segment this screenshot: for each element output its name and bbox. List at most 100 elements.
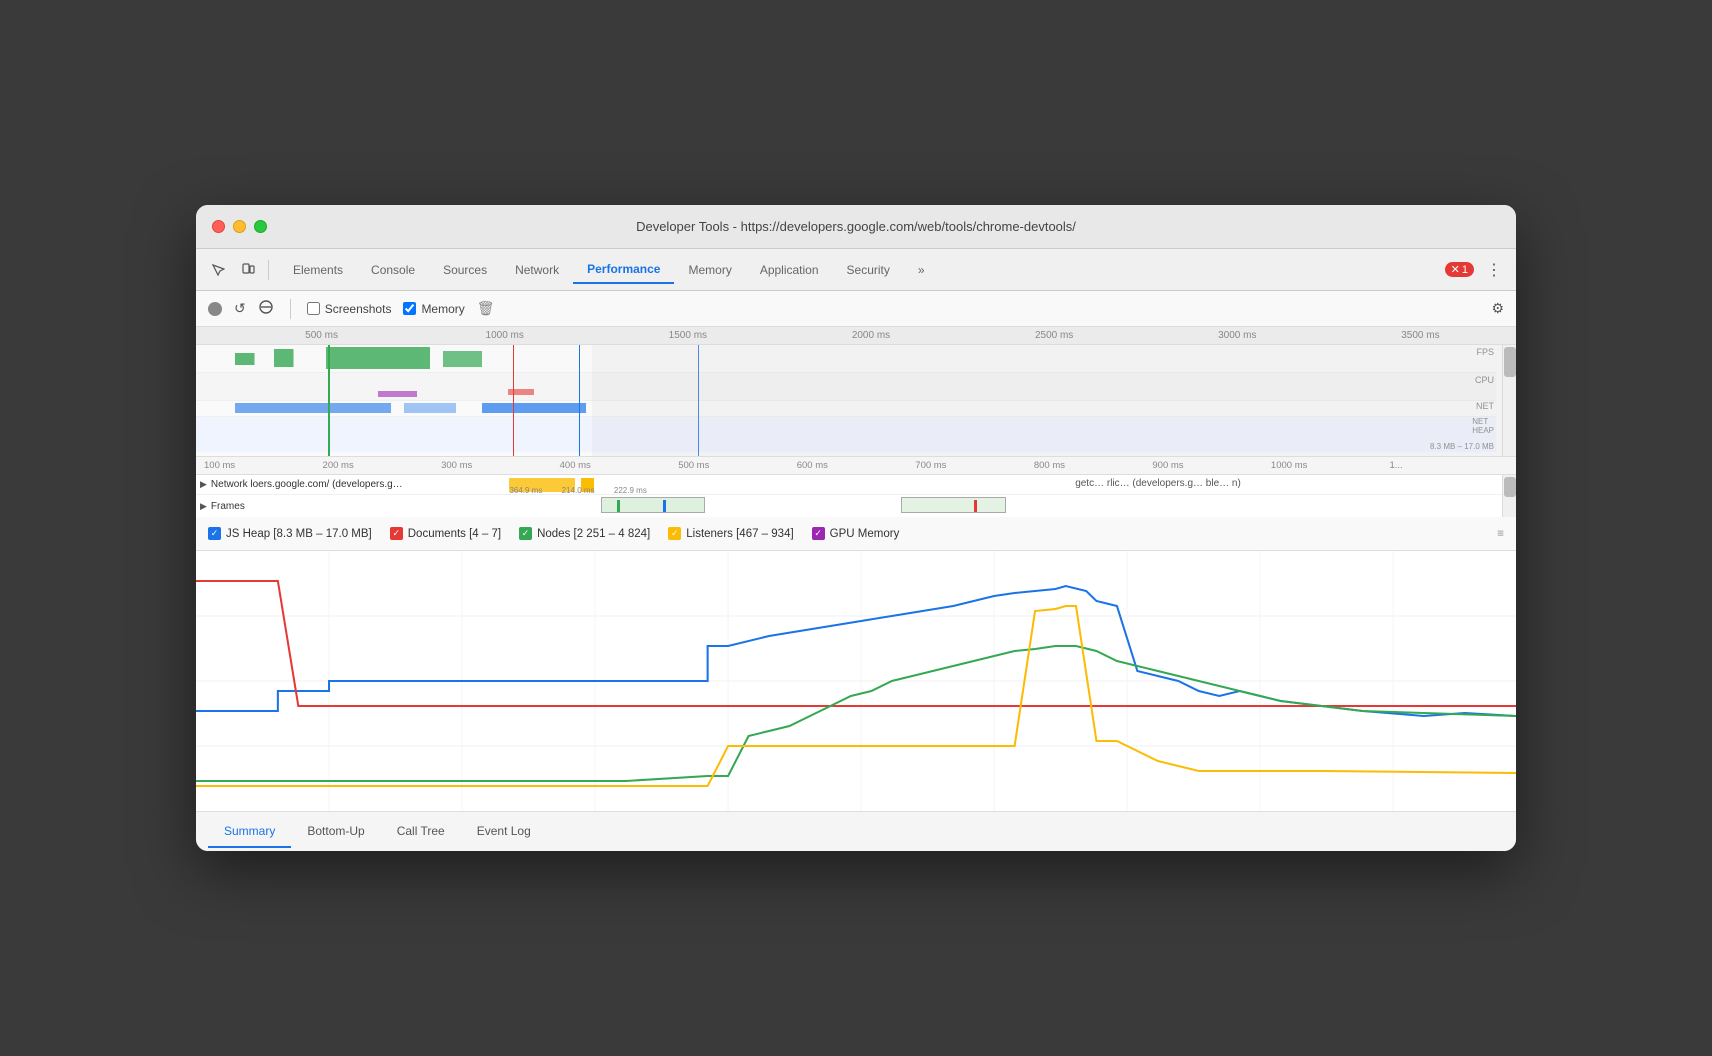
ruler-mark-3500: 3500 ms bbox=[1329, 330, 1512, 341]
tab-bar: Elements Console Sources Network Perform… bbox=[275, 256, 1443, 284]
settings-button[interactable]: ⚙ bbox=[1491, 300, 1504, 317]
legend-listeners: ✓ Listeners [467 – 934] bbox=[668, 527, 793, 540]
memory-checkbox-label[interactable]: Memory bbox=[403, 302, 464, 316]
legend-nodes: ✓ Nodes [2 251 – 4 824] bbox=[519, 527, 650, 540]
memory-label: Memory bbox=[421, 302, 464, 316]
close-button[interactable] bbox=[212, 220, 225, 233]
main-toolbar: Elements Console Sources Network Perform… bbox=[196, 249, 1516, 291]
toolbar-separator bbox=[268, 260, 269, 280]
maximize-button[interactable] bbox=[254, 220, 267, 233]
minimize-button[interactable] bbox=[233, 220, 246, 233]
traffic-lights bbox=[212, 220, 267, 233]
more-options-button[interactable]: ⋮ bbox=[1480, 256, 1508, 284]
toolbar-right: ✕ 1 ⋮ bbox=[1445, 256, 1508, 284]
tab-more[interactable]: » bbox=[904, 257, 939, 283]
error-count: 1 bbox=[1462, 264, 1468, 276]
detail-mark-500: 500 ms bbox=[678, 460, 797, 471]
legend-gpu-memory: ✓ GPU Memory bbox=[812, 527, 900, 540]
clear-button[interactable] bbox=[258, 299, 274, 318]
js-heap-check: ✓ bbox=[208, 527, 221, 540]
network-track: ▶ Network lоers.google.com/ (developers.… bbox=[196, 475, 1502, 495]
screenshots-checkbox-label[interactable]: Screenshots bbox=[307, 302, 392, 316]
legend-documents: ✓ Documents [4 – 7] bbox=[390, 527, 501, 540]
detail-mark-300: 300 ms bbox=[441, 460, 560, 471]
detail-mark-1000: 1000 ms bbox=[1271, 460, 1390, 471]
ruler-mark-1000: 1000 ms bbox=[413, 330, 596, 341]
tab-application[interactable]: Application bbox=[746, 257, 833, 283]
bottom-tabs: Summary Bottom-Up Call Tree Event Log bbox=[196, 811, 1516, 851]
tab-console[interactable]: Console bbox=[357, 257, 429, 283]
detail-mark-200: 200 ms bbox=[323, 460, 442, 471]
detail-mark-800: 800 ms bbox=[1034, 460, 1153, 471]
documents-check: ✓ bbox=[390, 527, 403, 540]
ruler-mark-2500: 2500 ms bbox=[963, 330, 1146, 341]
overview-scrollbar[interactable] bbox=[1502, 345, 1516, 457]
tab-sources[interactable]: Sources bbox=[429, 257, 501, 283]
legend-js-heap: ✓ JS Heap [8.3 MB – 17.0 MB] bbox=[208, 527, 372, 540]
gpu-check: ✓ bbox=[812, 527, 825, 540]
recording-bar: ↺ Screenshots Memory 🗑 ⚙ bbox=[196, 291, 1516, 327]
listeners-check: ✓ bbox=[668, 527, 681, 540]
devtools-window: Developer Tools - https://developers.goo… bbox=[196, 205, 1516, 851]
detail-scrollbar[interactable] bbox=[1502, 475, 1516, 517]
detail-ruler: 100 ms 200 ms 300 ms 400 ms 500 ms 600 m… bbox=[196, 457, 1516, 475]
detail-ruler-marks: 100 ms 200 ms 300 ms 400 ms 500 ms 600 m… bbox=[204, 460, 1508, 471]
screenshots-checkbox[interactable] bbox=[307, 302, 320, 315]
nodes-check: ✓ bbox=[519, 527, 532, 540]
frames-track: ▶ Frames bbox=[196, 495, 1502, 517]
device-toolbar-button[interactable] bbox=[234, 256, 262, 284]
network-track-right: getc… rlic… (developers.g… ble… n) bbox=[1075, 478, 1241, 489]
reload-record-button[interactable]: ↺ bbox=[234, 300, 246, 317]
frame-event-3 bbox=[974, 500, 977, 512]
frame-event-1 bbox=[617, 500, 620, 512]
gpu-label: GPU Memory bbox=[830, 528, 900, 540]
detail-mark-700: 700 ms bbox=[915, 460, 1034, 471]
inspect-tool-button[interactable] bbox=[204, 256, 232, 284]
tab-summary[interactable]: Summary bbox=[208, 816, 291, 848]
delete-recording-button[interactable]: 🗑 bbox=[477, 300, 495, 317]
ruler-mark-1500: 1500 ms bbox=[596, 330, 779, 341]
network-track-label: Network lоers.google.com/ (developers.g… bbox=[211, 479, 403, 490]
detail-mark-more: 1... bbox=[1389, 460, 1508, 471]
legend-menu-button[interactable]: ≡ bbox=[1497, 528, 1504, 540]
ruler-mark-500: 500 ms bbox=[230, 330, 413, 341]
documents-label: Documents [4 – 7] bbox=[408, 528, 501, 540]
detail-scrollbar-thumb[interactable] bbox=[1504, 477, 1516, 497]
timeline-overview[interactable]: 500 ms 1000 ms 1500 ms 2000 ms 2500 ms 3… bbox=[196, 327, 1516, 457]
time-marker bbox=[698, 345, 700, 457]
tab-call-tree[interactable]: Call Tree bbox=[381, 816, 461, 848]
title-bar: Developer Tools - https://developers.goo… bbox=[196, 205, 1516, 249]
error-badge: ✕ 1 bbox=[1445, 262, 1474, 277]
js-heap-label: JS Heap [8.3 MB – 17.0 MB] bbox=[226, 528, 372, 540]
memory-chart-svg bbox=[196, 551, 1516, 811]
record-button[interactable] bbox=[208, 302, 222, 316]
selection-highlight bbox=[579, 345, 580, 457]
listeners-label: Listeners [467 – 934] bbox=[686, 528, 793, 540]
detail-mark-900: 900 ms bbox=[1152, 460, 1271, 471]
tab-bottom-up[interactable]: Bottom-Up bbox=[291, 816, 380, 848]
tab-performance[interactable]: Performance bbox=[573, 256, 674, 284]
selection-end-line bbox=[513, 345, 514, 457]
frame-block-1 bbox=[601, 497, 705, 513]
detail-mark-400: 400 ms bbox=[560, 460, 679, 471]
detail-tracks: ▶ Network lоers.google.com/ (developers.… bbox=[196, 475, 1516, 517]
memory-checkbox[interactable] bbox=[403, 302, 416, 315]
timing-1: 364.9 ms bbox=[509, 486, 542, 495]
tab-elements[interactable]: Elements bbox=[279, 257, 357, 283]
timing-2: 214.0 ms bbox=[562, 486, 595, 495]
error-icon: ✕ bbox=[1451, 263, 1460, 276]
tab-memory[interactable]: Memory bbox=[674, 257, 745, 283]
tab-network[interactable]: Network bbox=[501, 257, 573, 283]
tab-event-log[interactable]: Event Log bbox=[461, 816, 547, 848]
scrollbar-thumb[interactable] bbox=[1504, 347, 1516, 377]
frame-line bbox=[328, 345, 330, 457]
ruler-mark-2000: 2000 ms bbox=[779, 330, 962, 341]
memory-chart bbox=[196, 551, 1516, 811]
detail-mark-600: 600 ms bbox=[797, 460, 916, 471]
nodes-label: Nodes [2 251 – 4 824] bbox=[537, 528, 650, 540]
timing-3: 222.9 ms bbox=[614, 486, 647, 495]
window-title: Developer Tools - https://developers.goo… bbox=[636, 219, 1076, 234]
tab-security[interactable]: Security bbox=[833, 257, 904, 283]
timeline-detail[interactable]: 100 ms 200 ms 300 ms 400 ms 500 ms 600 m… bbox=[196, 457, 1516, 517]
screenshots-label: Screenshots bbox=[325, 302, 392, 316]
